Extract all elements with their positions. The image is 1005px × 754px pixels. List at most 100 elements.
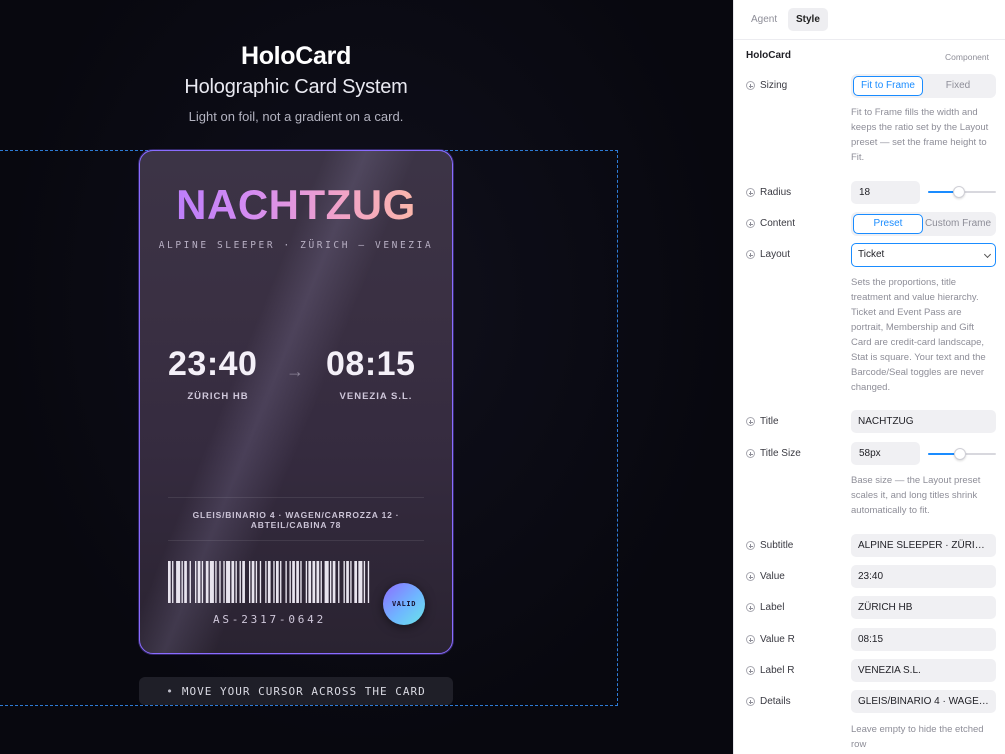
barcode-bar: [172, 561, 174, 603]
radius-label[interactable]: Radius: [746, 187, 791, 198]
content-preset[interactable]: Preset: [853, 214, 923, 234]
title-size-label-text: Title Size: [760, 448, 801, 459]
barcode-bar: [343, 561, 345, 603]
card-value: 23:40: [168, 345, 258, 383]
barcode-bar: [226, 561, 231, 603]
sizing-label[interactable]: Sizing: [746, 80, 787, 91]
title-size-slider-handle[interactable]: [953, 448, 966, 460]
component-type: Component: [945, 52, 989, 62]
plus-circle-icon: [746, 81, 755, 90]
radius-slider[interactable]: [928, 186, 996, 198]
hero-title: HoloCard: [240, 42, 352, 70]
sizing-segmented-control[interactable]: Fit to Frame Fixed: [851, 74, 996, 98]
plus-circle-icon: [746, 603, 755, 612]
barcode-bar: [249, 561, 251, 603]
radius-input[interactable]: 18: [851, 181, 920, 204]
hero-subtitle: Holographic Card System: [184, 76, 408, 98]
barcode-bar: [338, 561, 340, 603]
barcode-bar: [276, 561, 279, 603]
content-segmented-control[interactable]: Preset Custom Frame: [851, 212, 996, 236]
plus-circle-icon: [746, 666, 755, 675]
barcode-bar: [189, 561, 191, 603]
value-r-input[interactable]: 08:15: [851, 628, 996, 651]
seal-badge: VALID: [383, 583, 425, 625]
label-input[interactable]: ZÜRICH HB: [851, 596, 996, 619]
title-size-label[interactable]: Title Size: [746, 448, 801, 459]
card-divider-top: [168, 497, 424, 498]
title-label-text: Title: [760, 416, 779, 427]
barcode-bar: [176, 561, 181, 603]
tab-agent[interactable]: Agent: [743, 8, 785, 31]
hint-text: MOVE YOUR CURSOR ACROSS THE CARD: [181, 684, 426, 698]
barcode-bar: [197, 561, 201, 603]
plus-circle-icon: [746, 572, 755, 581]
barcode-bar: [305, 561, 308, 603]
barcode-bar: [259, 561, 262, 603]
subtitle-label[interactable]: Subtitle: [746, 540, 793, 551]
layout-select[interactable]: Ticket: [851, 243, 996, 267]
barcode-bar: [280, 561, 282, 603]
layout-label[interactable]: Layout: [746, 249, 790, 260]
barcode-bar: [300, 561, 302, 603]
chevron-down-icon: [983, 250, 992, 259]
barcode-bar: [267, 561, 271, 603]
title-size-help: Base size — the Layout preset scales it,…: [851, 475, 981, 516]
barcode-bar: [239, 561, 241, 603]
title-label[interactable]: Title: [746, 416, 779, 427]
value-r-label-text: Value R: [760, 634, 795, 645]
content-custom-frame[interactable]: Custom Frame: [923, 214, 993, 234]
barcode-bar: [235, 561, 237, 603]
sizing-fit-to-frame[interactable]: Fit to Frame: [853, 76, 923, 96]
title-input[interactable]: NACHTZUG: [851, 410, 996, 433]
barcode-bar: [168, 561, 171, 603]
plus-circle-icon: [746, 219, 755, 228]
barcode-bar: [255, 561, 258, 603]
barcode-bar: [181, 561, 183, 603]
plus-circle-icon: [746, 449, 755, 458]
hero-tagline: Light on foil, not a gradient on a card.: [188, 109, 404, 124]
value-r-label[interactable]: Value R: [746, 634, 795, 645]
value-label-text: Value: [760, 571, 785, 582]
barcode-bar: [292, 561, 295, 603]
details-label-text: Details: [760, 696, 791, 707]
barcode-bar: [242, 561, 245, 603]
barcode-bar: [324, 561, 329, 603]
panel-tabs: Agent Style: [734, 0, 1005, 40]
title-size-slider[interactable]: [928, 448, 996, 460]
barcode-bar: [367, 561, 370, 603]
barcode-bar: [231, 561, 235, 603]
plus-circle-icon: [746, 635, 755, 644]
label-r-input[interactable]: VENEZIA S.L.: [851, 659, 996, 682]
sizing-fixed[interactable]: Fixed: [923, 76, 993, 96]
value-label[interactable]: Value: [746, 571, 785, 582]
subtitle-input[interactable]: ALPINE SLEEPER · ZÜRICH ...: [851, 534, 996, 557]
details-help: Leave empty to hide the etched row: [851, 724, 984, 750]
barcode-bar: [330, 561, 332, 603]
cursor-hint: • MOVE YOUR CURSOR ACROSS THE CARD: [139, 677, 453, 705]
card-foil-surface: NACHTZUG ALPINE SLEEPER · ZÜRICH — VENEZ…: [140, 151, 452, 653]
plus-circle-icon: [746, 188, 755, 197]
value-input[interactable]: 23:40: [851, 565, 996, 588]
layout-select-value: Ticket: [858, 249, 885, 260]
hint-bullet: •: [166, 684, 174, 698]
card-title: NACHTZUG: [140, 181, 452, 229]
label-label[interactable]: Label: [746, 602, 784, 613]
barcode-bar: [285, 561, 287, 603]
barcode-bar: [265, 561, 267, 603]
barcode-bar: [184, 561, 187, 603]
details-input[interactable]: GLEIS/BINARIO 4 · WAGEN...: [851, 690, 996, 713]
sizing-label-text: Sizing: [760, 80, 788, 91]
holo-card[interactable]: NACHTZUG ALPINE SLEEPER · ZÜRICH — VENEZ…: [139, 150, 453, 654]
content-label[interactable]: Content: [746, 218, 795, 229]
radius-slider-handle[interactable]: [952, 186, 965, 198]
details-label[interactable]: Details: [746, 696, 791, 707]
barcode-bar: [316, 561, 320, 603]
plus-circle-icon: [746, 417, 755, 426]
barcode-bar: [312, 561, 316, 603]
label-r-label[interactable]: Label R: [746, 665, 794, 676]
title-size-input[interactable]: 58px: [851, 442, 920, 465]
card-serial: AS-2317-0642: [212, 613, 327, 626]
barcode-bar: [273, 561, 275, 603]
tab-style[interactable]: Style: [788, 8, 828, 31]
card-subtitle: ALPINE SLEEPER · ZÜRICH — VENEZIA: [158, 240, 434, 251]
